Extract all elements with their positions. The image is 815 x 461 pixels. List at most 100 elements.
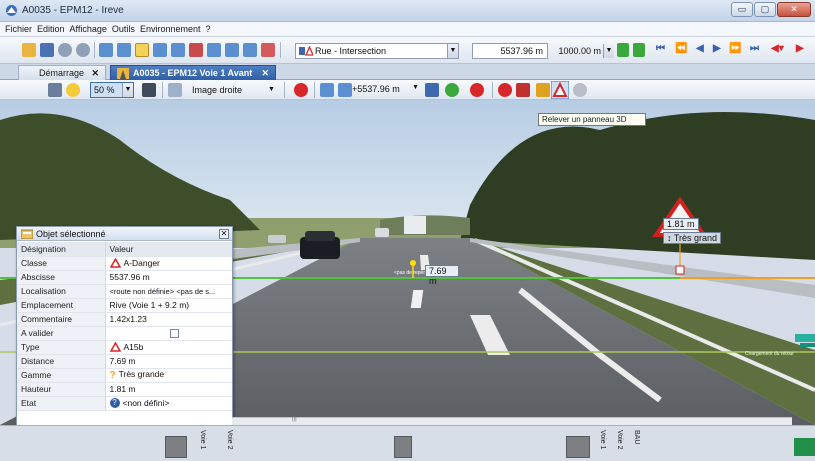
vehicle-marker-icon[interactable] xyxy=(794,438,815,456)
paint-icon[interactable] xyxy=(470,83,484,97)
light-icon[interactable] xyxy=(66,83,80,97)
distance-tool-icon[interactable] xyxy=(320,83,334,97)
contrast-icon[interactable] xyxy=(142,83,156,97)
export-icon[interactable] xyxy=(243,43,257,57)
open-folder-icon[interactable] xyxy=(22,43,36,57)
main-toolbar: Rue - Intersection ▼ 5537.96 m 1000.00 m… xyxy=(0,37,815,64)
list-icon[interactable] xyxy=(171,43,185,57)
column-header-designation: Désignation xyxy=(17,242,106,257)
menu-outils[interactable]: Outils xyxy=(112,24,135,34)
step-value: 1000.00 m xyxy=(558,46,601,56)
window-title: A0035 - EPM12 - Ireve xyxy=(22,5,124,16)
table-row[interactable]: A valider xyxy=(17,326,232,341)
play-icon[interactable]: ▶ xyxy=(796,43,804,54)
table-row[interactable]: Etat ? <non défini> xyxy=(17,396,232,411)
chevron-down-icon[interactable]: ▼ xyxy=(447,44,458,58)
pencil-icon[interactable] xyxy=(338,83,352,97)
image-icon[interactable] xyxy=(168,83,182,97)
raise-3d-sign-icon[interactable] xyxy=(551,81,569,99)
title-bar: A0035 - EPM12 - Ireve ▭ ▢ ✕ xyxy=(0,0,815,22)
scroll-thumb-grip[interactable]: ||| xyxy=(292,416,297,422)
property-key: Hauteur xyxy=(17,382,106,397)
first-frame-icon[interactable]: ⏮ xyxy=(656,43,665,54)
chevron-down-icon[interactable]: ▼ xyxy=(122,83,133,97)
property-key: Localisation xyxy=(17,284,106,299)
menu-affichage[interactable]: Affichage xyxy=(70,24,107,34)
last-frame-icon[interactable]: ⏭ xyxy=(750,43,759,54)
chevron-down-icon[interactable]: ▼ xyxy=(603,44,614,58)
menu-help[interactable]: ? xyxy=(205,24,210,34)
delete-icon[interactable] xyxy=(261,43,275,57)
sign-filter-value: Rue - Intersection xyxy=(315,46,387,56)
go-forward-green-icon[interactable] xyxy=(633,43,645,57)
rewind-icon[interactable]: ⏪ xyxy=(675,43,687,54)
go-back-green-icon[interactable] xyxy=(617,43,629,57)
sign-tool-icon[interactable] xyxy=(294,83,308,97)
property-value: 1.42x1.23 xyxy=(105,312,232,327)
table-row[interactable]: Emplacement Rive (Voie 1 + 9.2 m) xyxy=(17,298,232,313)
lane-block[interactable] xyxy=(165,436,187,458)
lane-block[interactable] xyxy=(566,436,590,458)
property-key: Classe xyxy=(17,256,106,271)
panel-close-button[interactable]: ✕ xyxy=(219,229,229,239)
lane-label: Voie 2 xyxy=(616,430,623,450)
menu-fichier[interactable]: Fichier xyxy=(5,24,32,34)
horizontal-scrollbar[interactable]: ||| xyxy=(232,416,792,425)
table-row[interactable]: Localisation <route non définie> <pas de… xyxy=(17,284,232,299)
property-key: Emplacement xyxy=(17,298,106,313)
lane-block[interactable] xyxy=(394,436,412,458)
chevron-down-icon[interactable]: ▼ xyxy=(266,83,277,97)
image-view-select[interactable]: Image droite ▼ xyxy=(188,82,278,98)
redo-icon[interactable] xyxy=(76,43,90,57)
tab-a0035[interactable]: A0035 - EPM12 Voie 1 Avant ✕ xyxy=(110,65,276,80)
view-icon[interactable] xyxy=(99,43,113,57)
record-icon[interactable] xyxy=(189,43,203,57)
table-row[interactable]: Gamme ? Très grande xyxy=(17,368,232,383)
corner-icon[interactable] xyxy=(536,83,550,97)
step-field[interactable]: 1000.00 m ▼ xyxy=(552,43,615,59)
lane-timeline[interactable]: Voie 1 Voie 2 Voie 1 Voie 2 BAU xyxy=(0,425,815,461)
pin-icon[interactable] xyxy=(516,83,530,97)
table-row[interactable]: Abscisse 5537.96 m xyxy=(17,270,232,285)
reverse-play-icon[interactable]: ◀▾ xyxy=(771,43,784,54)
panel-icon[interactable] xyxy=(207,43,221,57)
abscissa-field[interactable]: 5537.96 m xyxy=(472,43,548,59)
road-view-icon xyxy=(117,67,129,79)
tab-close-icon[interactable]: ✕ xyxy=(261,68,269,79)
property-key: Gamme xyxy=(17,368,106,383)
arrow-icon: ↕ xyxy=(667,233,674,243)
grid-icon[interactable] xyxy=(153,43,167,57)
undo-icon[interactable] xyxy=(58,43,72,57)
maximize-button[interactable]: ▢ xyxy=(754,2,776,17)
measure-value: +5537.96 m xyxy=(352,84,400,94)
minimize-button[interactable]: ▭ xyxy=(731,2,753,17)
active-mode-icon[interactable] xyxy=(135,43,149,57)
zoom-select[interactable]: 50 % ▼ xyxy=(90,82,134,98)
layout-icon[interactable] xyxy=(117,43,131,57)
table-row[interactable]: Commentaire 1.42x1.23 xyxy=(17,312,232,327)
menu-edition[interactable]: Edition xyxy=(37,24,65,34)
table-row[interactable]: Classe A-Danger xyxy=(17,256,232,271)
fast-forward-icon[interactable]: ⏩ xyxy=(729,43,741,54)
settings-gear-icon[interactable] xyxy=(573,83,587,97)
chevron-down-icon[interactable]: ▼ xyxy=(412,84,419,91)
validate-checkbox[interactable] xyxy=(169,329,179,339)
table-row[interactable]: Hauteur 1.81 m xyxy=(17,382,232,397)
globe-icon[interactable] xyxy=(445,83,459,97)
target-icon[interactable] xyxy=(498,83,512,97)
save-icon[interactable] xyxy=(40,43,54,57)
panel-header[interactable]: Objet sélectionné ✕ xyxy=(17,227,232,241)
menu-environnement[interactable]: Environnement xyxy=(140,24,201,34)
sign-filter-select[interactable]: Rue - Intersection ▼ xyxy=(295,43,459,59)
prev-frame-icon[interactable]: ◀ xyxy=(696,43,704,54)
table-row[interactable]: Distance 7.69 m xyxy=(17,354,232,369)
next-frame-icon[interactable]: ▶ xyxy=(713,43,721,54)
cursor-tool-icon[interactable] xyxy=(48,83,62,97)
close-window-button[interactable]: ✕ xyxy=(777,2,811,17)
tab-close-icon[interactable]: ✕ xyxy=(91,68,99,79)
chart-icon[interactable] xyxy=(225,43,239,57)
table-row[interactable]: Type A15b xyxy=(17,340,232,355)
tab-demarrage[interactable]: Démarrage ✕ xyxy=(18,65,106,80)
question-icon: ? xyxy=(109,369,116,381)
marker-icon[interactable] xyxy=(425,83,439,97)
